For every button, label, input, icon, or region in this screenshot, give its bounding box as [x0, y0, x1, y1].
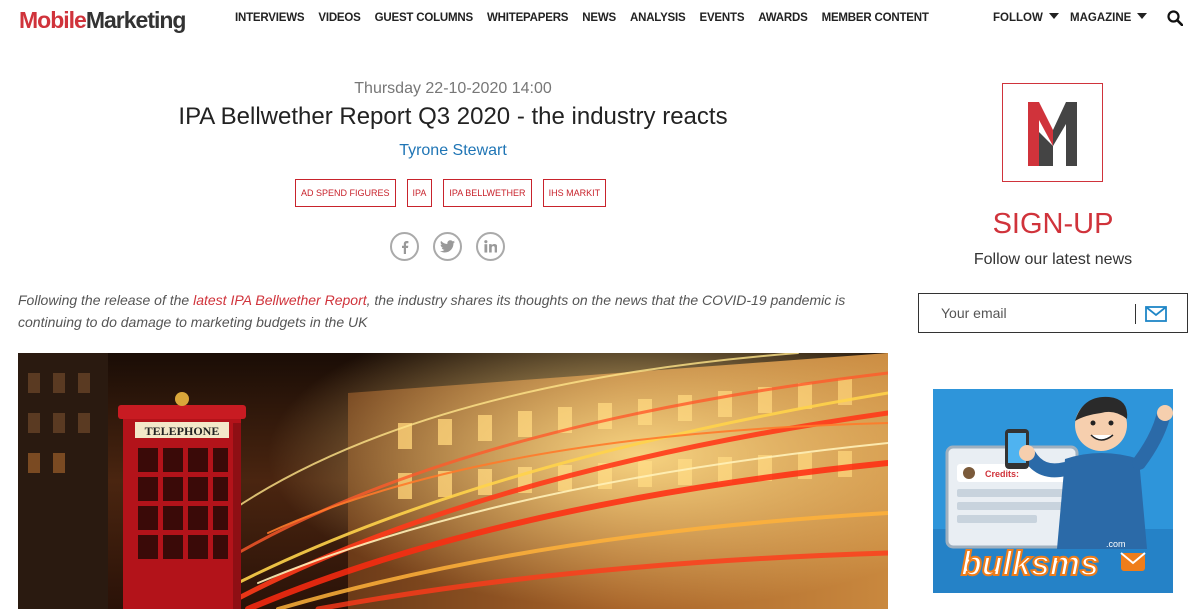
bulksms-logo-text: bulksms [961, 545, 1099, 583]
tag-ipa[interactable]: IPA [406, 179, 433, 207]
site-header: MobileMarketing INTERVIEWS VIDEOS GUEST … [0, 0, 1193, 40]
tag-ihs-markit[interactable]: IHS MARKIT [542, 179, 607, 207]
nav-member-content[interactable]: MEMBER CONTENT [822, 12, 929, 24]
nav-awards[interactable]: AWARDS [758, 12, 807, 24]
telephone-box: TELEPHONE [118, 392, 246, 609]
magazine-label: MAGAZINE [1070, 12, 1132, 24]
share-buttons [390, 232, 505, 261]
nav-analysis[interactable]: ANALYSIS [630, 12, 686, 24]
facebook-icon[interactable] [390, 232, 419, 261]
twitter-icon[interactable] [433, 232, 462, 261]
intro-text-start: Following the release of the [18, 292, 194, 308]
logo-mobile: Mobile [19, 7, 87, 33]
search-icon[interactable] [1167, 10, 1183, 26]
caret-down-icon [1048, 12, 1059, 19]
linkedin-icon[interactable] [476, 232, 505, 261]
email-input[interactable] [941, 303, 1131, 323]
article-author[interactable]: Tyrone Stewart [18, 142, 888, 160]
telephone-sign: TELEPHONE [145, 424, 220, 438]
magazine-dropdown[interactable]: MAGAZINE [1070, 12, 1148, 24]
caret-down-icon [1137, 12, 1148, 19]
nav-news[interactable]: NEWS [582, 12, 616, 24]
logo-marketing: Marketing [85, 7, 187, 33]
nav-guest-columns[interactable]: GUEST COLUMNS [375, 12, 474, 24]
article-tags: AD SPEND FIGURES IPA IPA BELLWETHER IHS … [295, 179, 607, 207]
ad-card-label: Credits: [985, 469, 1019, 479]
tag-ipa-bellwether[interactable]: IPA BELLWETHER [443, 179, 532, 207]
bulksms-ad[interactable]: Credits: bulksms .com [933, 389, 1173, 593]
site-logo[interactable]: MobileMarketing [19, 5, 187, 35]
article-hero-image: TELEPHONE [18, 353, 888, 609]
envelope-icon[interactable] [1145, 305, 1167, 323]
nav-interviews[interactable]: INTERVIEWS [235, 12, 305, 24]
article-date: Thursday 22-10-2020 14:00 [354, 80, 552, 97]
bulksms-logo-suffix: .com [1106, 539, 1126, 549]
nav-videos[interactable]: VIDEOS [318, 12, 360, 24]
signup-subtitle: Follow our latest news [973, 251, 1133, 268]
mobile-marketing-m-logo[interactable] [1002, 83, 1103, 182]
follow-dropdown[interactable]: FOLLOW [993, 12, 1059, 24]
article-title: IPA Bellwether Report Q3 2020 - the indu… [178, 103, 728, 130]
nav-events[interactable]: EVENTS [699, 12, 744, 24]
main-nav: INTERVIEWS VIDEOS GUEST COLUMNS WHITEPAP… [235, 12, 943, 24]
follow-label: FOLLOW [993, 12, 1043, 24]
article-intro: Following the release of the latest IPA … [18, 289, 878, 333]
intro-link[interactable]: latest IPA Bellwether Report [193, 292, 367, 308]
nav-whitepapers[interactable]: WHITEPAPERS [487, 12, 568, 24]
tag-ad-spend-figures[interactable]: AD SPEND FIGURES [295, 179, 396, 207]
signup-title: SIGN-UP [992, 208, 1114, 240]
newsletter-form [918, 293, 1188, 333]
divider [1135, 304, 1136, 324]
